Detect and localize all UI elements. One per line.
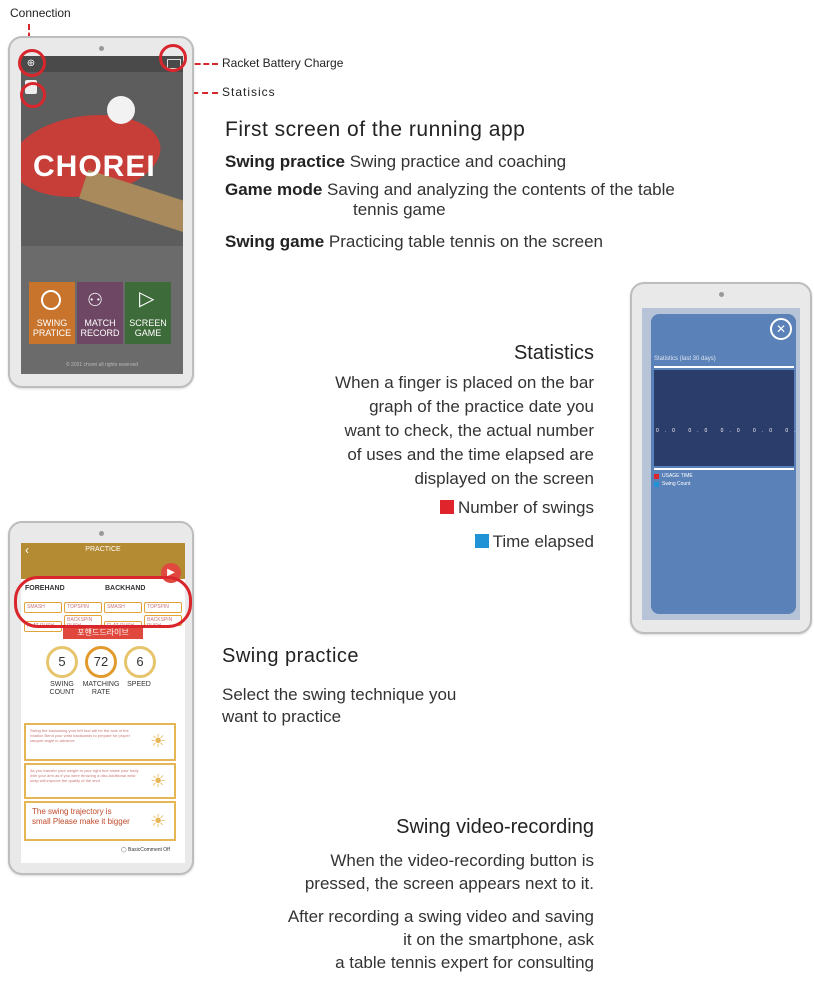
coaching-tip: The swing trajectory is small Please mak… <box>24 801 176 841</box>
screen-game-tile[interactable]: ▷ SCREEN GAME <box>125 282 171 344</box>
swing-practice-line: want to practice <box>222 707 342 726</box>
play-icon: ▷ <box>139 288 155 310</box>
legend-swatch-swing <box>654 482 659 487</box>
ball-graphic <box>107 96 135 124</box>
speed-gauge: 6 <box>124 646 156 678</box>
basic-comment-toggle[interactable]: ◯ BasicComment Off <box>121 847 170 853</box>
copyright: © 2021 chorei all rights reserved <box>65 362 139 368</box>
legend-swatch-usage <box>654 474 659 479</box>
speed-label: SPEED <box>127 681 151 688</box>
legend-time: Time elapsed <box>400 532 594 552</box>
practice-tablet: ‹ PRACTICE ▶ FOREHAND BACKHAND SMASH TOPS… <box>8 521 194 875</box>
lightbulb-icon: ☀ <box>150 811 167 831</box>
swing-practice-label: SWING PRATICE <box>32 318 72 338</box>
coaching-tip: Swing the backswing your left foot will … <box>24 723 176 761</box>
video-line: a table tennis expert for consulting <box>335 953 594 972</box>
first-screen-row-2: Game mode Saving and analyzing the conte… <box>225 180 675 200</box>
first-screen-row-1: Swing practice Swing practice and coachi… <box>225 152 566 172</box>
chart-bottom-rule <box>654 468 794 470</box>
swing-count-gauge: 5 <box>46 646 78 678</box>
swing-practice-title: Swing practice <box>222 645 360 667</box>
selected-technique-button[interactable]: 포핸드드라이브 <box>63 627 143 639</box>
battery-highlight <box>159 44 187 72</box>
stats-tablet: ✕ Statistics (last 30 days) 0.0 0.0 0.0 … <box>630 282 812 634</box>
swing-swatch <box>439 500 454 514</box>
tip-text: The swing trajectory is small Please mak… <box>32 807 130 826</box>
row-term: Game mode <box>225 180 323 199</box>
video-line: pressed, the screen appears next to it. <box>304 874 594 893</box>
camera-dot <box>99 531 104 536</box>
battery-label: Racket Battery Charge <box>222 56 344 70</box>
swing-practice-line: Select the swing technique you <box>222 685 457 704</box>
basic-comment-label: BasicComment Off <box>128 847 170 853</box>
chart-title: Statistics (last 30 days) <box>654 356 716 362</box>
statistics-line: When a finger is placed on the bar <box>335 373 594 392</box>
match-record-label: MATCH RECORD <box>80 318 120 338</box>
row-term: Swing game <box>225 232 325 251</box>
lightbulb-icon: ☀ <box>150 771 167 791</box>
video-section: Swing video-recording When the video-rec… <box>200 816 594 974</box>
technique-highlight <box>14 576 192 628</box>
close-icon[interactable]: ✕ <box>770 318 792 340</box>
video-line: When the video-recording button is <box>330 851 594 870</box>
chart-top-rule <box>654 366 794 368</box>
connection-label: Connection <box>10 6 71 20</box>
lightbulb-icon: ☀ <box>150 731 167 751</box>
bar-chart[interactable] <box>654 370 794 466</box>
row-term: Swing practice <box>225 152 345 171</box>
legend-swing: Swing Count <box>662 481 691 487</box>
statistics-title: Statistics <box>513 342 594 364</box>
practice-title: PRACTICE <box>85 546 121 553</box>
statistics-label: Statisics <box>222 85 276 99</box>
first-screen-row-3: Swing game Practicing table tennis on th… <box>225 232 603 252</box>
statistics-highlight <box>20 82 46 108</box>
statistics-line: want to check, the actual number <box>344 421 594 440</box>
row-desc: Swing practice and coaching <box>349 152 567 171</box>
camera-dot <box>719 292 724 297</box>
video-title: Swing video-recording <box>396 816 594 838</box>
racket-icon <box>41 290 61 310</box>
swing-legend-label: Number of swings <box>457 498 594 517</box>
tip-text: As you transfer your weight to your righ… <box>30 768 139 783</box>
players-icon: ⚇ <box>87 290 104 310</box>
matching-rate-label: MATCHING RATE <box>82 681 120 696</box>
connection-highlight <box>18 49 46 77</box>
first-screen-title: First screen of the running app <box>225 118 526 141</box>
statistics-line: graph of the practice date you <box>369 397 594 416</box>
statistics-section: Statistics When a finger is placed on th… <box>330 342 594 491</box>
app-logo: CHOREI <box>33 150 156 183</box>
coaching-tip: As you transfer your weight to your righ… <box>24 763 176 799</box>
home-screen: ⊕ CHOREI SWING PRATICE ⚇ MATCH RECORD ▷ … <box>21 56 183 374</box>
tip-text: Swing the backswing your left foot will … <box>30 728 131 743</box>
swing-practice-tile[interactable]: SWING PRATICE <box>29 282 75 344</box>
date-axis: 0.0 0.0 0.0 0.0 0.0 0.0 0.0 <box>656 428 800 434</box>
menu-tiles: SWING PRATICE ⚇ MATCH RECORD ▷ SCREEN GA… <box>29 282 171 344</box>
legend-usage: USAGE TIME <box>662 473 693 479</box>
first-screen-row-2-cont: tennis game <box>353 200 446 219</box>
video-line: After recording a swing video and saving <box>287 907 594 926</box>
row-desc: Saving and analyzing the contents of the… <box>327 180 675 199</box>
statistics-line: displayed on the screen <box>414 469 594 488</box>
match-record-tile[interactable]: ⚇ MATCH RECORD <box>77 282 123 344</box>
row-desc: Practicing table tennis on the screen <box>328 232 603 251</box>
time-swatch <box>474 534 489 548</box>
legend-swings: Number of swings <box>400 498 594 518</box>
matching-rate-gauge: 72 <box>85 646 117 678</box>
video-line: it on the smartphone, ask <box>403 930 594 949</box>
camera-dot <box>99 46 104 51</box>
statistics-line: of uses and the time elapsed are <box>347 445 594 464</box>
stats-screen: ✕ Statistics (last 30 days) 0.0 0.0 0.0 … <box>642 308 800 620</box>
screen-game-label: SCREEN GAME <box>129 318 167 338</box>
time-legend-label: Time elapsed <box>492 532 594 551</box>
